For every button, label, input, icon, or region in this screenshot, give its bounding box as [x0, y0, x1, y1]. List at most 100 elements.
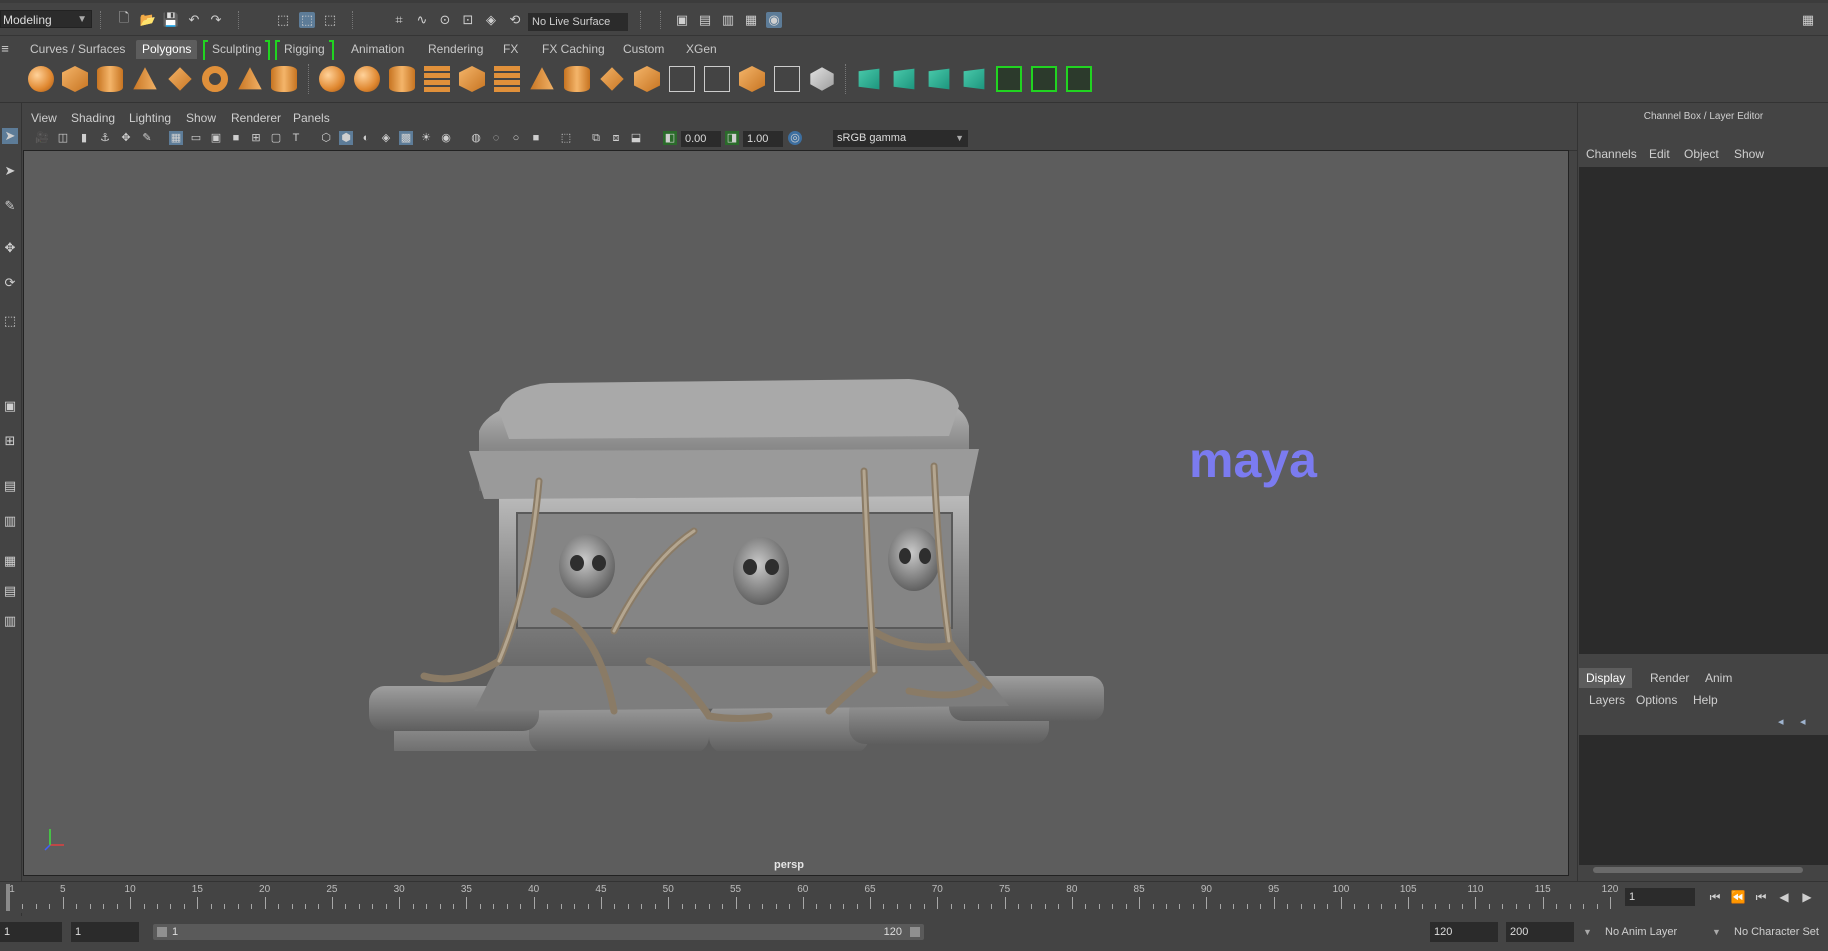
- shelf-tab-custom[interactable]: Custom: [617, 40, 670, 59]
- graph-editor-icon[interactable]: ▥: [2, 613, 18, 629]
- grid-icon[interactable]: ▦: [169, 131, 183, 145]
- select-hierarchy-icon[interactable]: ⬚: [275, 12, 291, 28]
- snap-surface-icon[interactable]: ◈: [483, 12, 499, 28]
- time-slider[interactable]: 1 5 10 15 20 25 30 35 40 45 50 55 60 65 70 75 80 85 90 95 10…: [0, 881, 1828, 913]
- redo-icon[interactable]: ↷: [208, 12, 224, 28]
- menu-panels[interactable]: Panels: [293, 111, 330, 125]
- chevron-down-icon[interactable]: ▼: [1712, 922, 1721, 942]
- persp-hypershade-icon[interactable]: ▦: [2, 553, 18, 569]
- shelf-menu-icon[interactable]: ≡: [0, 40, 10, 56]
- menu-renderer[interactable]: Renderer: [231, 111, 281, 125]
- character-set-dropdown[interactable]: No Character Set: [1734, 922, 1819, 942]
- shelf-tab-sculpting[interactable]: Sculpting: [202, 40, 271, 63]
- uv-cut-icon[interactable]: [996, 66, 1022, 92]
- camera-attributes-icon[interactable]: ◫: [56, 131, 70, 145]
- isolate-select-icon[interactable]: ⬚: [559, 131, 573, 145]
- scrollbar-thumb[interactable]: [1593, 867, 1803, 873]
- scale-tool-icon[interactable]: ⬚: [2, 313, 18, 329]
- four-view-icon[interactable]: ⊞: [2, 433, 18, 449]
- render-frame-icon[interactable]: ▤: [697, 12, 713, 28]
- anim-layer-dropdown[interactable]: No Anim Layer: [1605, 922, 1677, 942]
- use-all-lights-icon[interactable]: ☀: [419, 131, 433, 145]
- wireframe-on-shaded-icon[interactable]: ◈: [379, 131, 393, 145]
- menu-lighting[interactable]: Lighting: [129, 111, 171, 125]
- snap-view-plane-icon[interactable]: ⊡: [460, 12, 476, 28]
- safe-action-icon[interactable]: ▢: [269, 131, 283, 145]
- multisample-icon[interactable]: ⧈: [609, 131, 623, 145]
- gamma-icon[interactable]: ◨: [725, 131, 739, 145]
- gate-mask-icon[interactable]: ■: [229, 131, 243, 145]
- xray-icon[interactable]: ◍: [469, 131, 483, 145]
- move-layer-down-icon[interactable]: ◂: [1800, 715, 1806, 728]
- fill-hole-icon[interactable]: [774, 66, 800, 92]
- menu-edit[interactable]: Edit: [1649, 147, 1670, 161]
- current-frame-field[interactable]: 1: [1625, 888, 1695, 906]
- outliner-icon[interactable]: ▤: [2, 583, 18, 599]
- current-time-indicator[interactable]: [6, 884, 10, 911]
- shelf-tab-curves-surfaces[interactable]: Curves / Surfaces: [24, 40, 131, 59]
- depth-of-field-icon[interactable]: ⬓: [629, 131, 643, 145]
- live-surface-field[interactable]: No Live Surface: [528, 13, 628, 31]
- select-component-icon[interactable]: ⬚: [322, 12, 338, 28]
- single-perspective-icon[interactable]: ▣: [2, 398, 18, 414]
- 2d-pan-zoom-icon[interactable]: ✥: [119, 131, 133, 145]
- menu-show[interactable]: Show: [186, 111, 216, 125]
- screen-space-ao-icon[interactable]: ■: [529, 131, 543, 145]
- menu-shading[interactable]: Shading: [71, 111, 115, 125]
- render-view-icon[interactable]: ▣: [674, 12, 690, 28]
- menu-options[interactable]: Options: [1636, 693, 1677, 707]
- playback-start-field[interactable]: 1: [71, 922, 139, 942]
- shelf-tab-fx[interactable]: FX: [497, 40, 524, 59]
- move-layer-up-icon[interactable]: ◂: [1778, 715, 1784, 728]
- render-settings-icon[interactable]: ▦: [743, 12, 759, 28]
- move-tool-icon[interactable]: ✥: [2, 240, 18, 256]
- time-ruler[interactable]: 1 5 10 15 20 25 30 35 40 45 50 55 60 65 70 75 80 85 90 95 10…: [3, 882, 1618, 913]
- smooth-icon[interactable]: [424, 66, 450, 92]
- workspace-icon[interactable]: ▦: [1800, 12, 1816, 28]
- new-scene-icon[interactable]: 🗋: [116, 10, 132, 28]
- hypershade-icon[interactable]: ◉: [766, 12, 782, 28]
- menu-show[interactable]: Show: [1734, 147, 1764, 161]
- menu-layers[interactable]: Layers: [1589, 693, 1625, 707]
- open-scene-icon[interactable]: 📂: [140, 12, 156, 28]
- shelf-tab-xgen[interactable]: XGen: [680, 40, 723, 59]
- persp-outliner-icon[interactable]: ▤: [2, 478, 18, 494]
- boolean-icon[interactable]: [494, 66, 520, 92]
- mirror-icon[interactable]: [389, 66, 415, 92]
- bookmark-icon[interactable]: ▮: [77, 131, 91, 145]
- persp-graph-icon[interactable]: ▥: [2, 513, 18, 529]
- exposure-icon[interactable]: ◧: [663, 131, 677, 145]
- grease-pencil-icon[interactable]: ✎: [140, 131, 154, 145]
- range-start-handle[interactable]: [157, 927, 167, 937]
- poly-pipe-icon[interactable]: [271, 66, 297, 92]
- play-forwards-icon[interactable]: ▶: [1797, 888, 1817, 906]
- select-object-icon[interactable]: ⬚: [299, 12, 315, 28]
- menu-view[interactable]: View: [31, 111, 57, 125]
- poly-sphere-icon[interactable]: [28, 66, 54, 92]
- range-bar[interactable]: 1 120: [153, 924, 924, 940]
- ipr-render-icon[interactable]: ▥: [720, 12, 736, 28]
- uv-layout-icon[interactable]: [1066, 66, 1092, 92]
- motion-blur-icon[interactable]: ⧉: [589, 131, 603, 145]
- channel-box[interactable]: [1579, 167, 1828, 654]
- color-management-icon[interactable]: ◎: [788, 131, 802, 145]
- separate-icon[interactable]: [354, 66, 380, 92]
- exposure-field[interactable]: 0.00: [681, 131, 721, 147]
- shelf-tab-rendering[interactable]: Rendering: [422, 40, 489, 59]
- save-scene-icon[interactable]: 💾: [163, 12, 179, 28]
- tab-anim[interactable]: Anim: [1698, 668, 1739, 688]
- xray-components-icon[interactable]: ○: [509, 131, 523, 145]
- poly-torus-icon[interactable]: [202, 66, 228, 92]
- undo-icon[interactable]: ↶: [186, 12, 202, 28]
- go-to-start-icon[interactable]: ⏮: [1705, 888, 1725, 906]
- uv-editor-icon[interactable]: [1031, 66, 1057, 92]
- combine-icon[interactable]: [319, 66, 345, 92]
- step-back-key-icon[interactable]: ⏮: [1751, 888, 1771, 906]
- menu-help[interactable]: Help: [1693, 693, 1718, 707]
- lasso-tool-icon[interactable]: ➤: [2, 163, 18, 179]
- image-plane-icon[interactable]: ⚓: [98, 131, 112, 145]
- extrude-icon[interactable]: [564, 66, 590, 92]
- resolution-gate-icon[interactable]: ▣: [209, 131, 223, 145]
- playback-end-field[interactable]: 120: [1430, 922, 1498, 942]
- insert-edgeloop-icon[interactable]: [669, 66, 695, 92]
